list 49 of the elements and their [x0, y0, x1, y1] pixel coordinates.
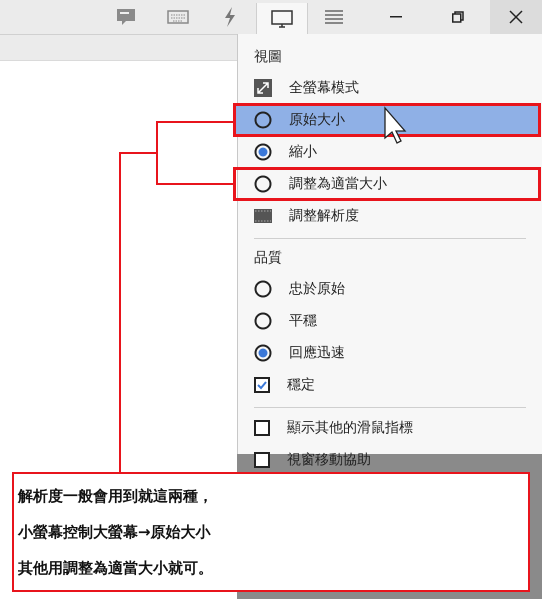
section-header: 視圖: [253, 48, 283, 67]
keyboard-icon: [167, 10, 189, 24]
menu-item[interactable]: 全螢幕模式: [234, 72, 540, 104]
checkbox[interactable]: [254, 377, 270, 393]
close-icon: [509, 10, 523, 24]
menu-item[interactable]: 穩定: [234, 369, 540, 401]
monitor-icon: [271, 8, 293, 28]
close-button[interactable]: [490, 0, 542, 34]
radio-button[interactable]: [254, 111, 272, 129]
mouse-cursor-icon: [384, 106, 406, 144]
menu-item[interactable]: 顯示其他的滑鼠指標: [234, 412, 540, 444]
menu-item-label: 平穩: [289, 312, 317, 330]
menu-item-label: 穩定: [287, 376, 315, 394]
menu-icon: [325, 9, 343, 25]
radio-button[interactable]: [254, 175, 272, 193]
menu-item-label: 縮小: [289, 143, 317, 161]
checkbox[interactable]: [254, 420, 270, 436]
menu-item-label: 調整為適當大小: [289, 175, 387, 193]
menu-item[interactable]: 調整為適當大小: [234, 168, 540, 200]
radio-button[interactable]: [254, 143, 272, 161]
chat-icon: [116, 7, 136, 27]
annotation-text: 小螢幕控制大螢幕→原始大小: [18, 522, 212, 542]
menu-item[interactable]: 縮小: [234, 136, 540, 168]
restore-icon: [452, 11, 464, 23]
menu-item-label: 原始大小: [289, 111, 345, 129]
annotation-text: 其他用調整為適當大小就可。: [18, 558, 214, 578]
radio-button[interactable]: [254, 344, 272, 362]
menu-item-label: 忠於原始: [289, 280, 345, 298]
toolbar-tab[interactable]: [256, 3, 308, 34]
menu-item-label: 回應迅速: [289, 344, 345, 362]
lightning-icon: [223, 7, 237, 27]
menu-item[interactable]: 視窗移動協助: [234, 444, 540, 476]
section-header: 品質: [253, 249, 283, 268]
menu-item[interactable]: 調整解析度: [234, 200, 540, 232]
radio-button[interactable]: [254, 280, 272, 298]
annotation-text: 解析度一般會用到就這兩種，: [18, 486, 214, 506]
checkbox[interactable]: [254, 452, 270, 468]
minimize-icon: [390, 16, 402, 18]
radio-button[interactable]: [254, 312, 272, 330]
menu-item[interactable]: 原始大小: [234, 104, 540, 136]
menu-item-label: 全螢幕模式: [289, 79, 359, 97]
film-icon: [254, 209, 272, 223]
menu-item[interactable]: 回應迅速: [234, 337, 540, 369]
expand-icon: [254, 79, 272, 97]
menu-item-label: 顯示其他的滑鼠指標: [287, 419, 413, 437]
menu-item[interactable]: 忠於原始: [234, 273, 540, 305]
menu-item-label: 視窗移動協助: [287, 451, 371, 469]
menu-item[interactable]: 平穩: [234, 305, 540, 337]
menu-item-label: 調整解析度: [289, 207, 359, 225]
